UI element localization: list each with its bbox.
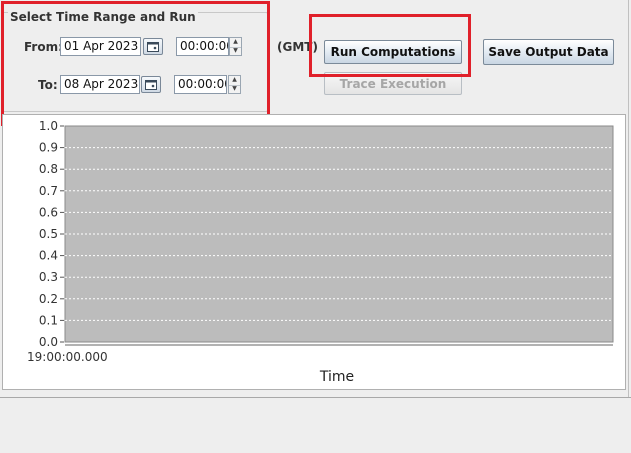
y-tick-label: 0.8 [39, 162, 58, 176]
y-tick-label: 0.4 [39, 249, 58, 263]
chart-panel: 0.0 0.1 0.2 0.3 0.4 0.5 0.6 0.7 0.8 0.9 1.0 19:00:0… [2, 114, 626, 390]
x-axis-label: Time [319, 369, 354, 385]
y-tick-label: 0.7 [39, 184, 58, 198]
y-tick-label: 0.1 [39, 313, 58, 327]
x-tick-label: 19:00:00.000 [27, 350, 108, 364]
status-bar-separator [0, 397, 631, 398]
y-tick-label: 0.3 [39, 270, 58, 284]
save-output-data-button[interactable]: Save Output Data [483, 39, 614, 65]
y-tick-label: 0.0 [39, 335, 58, 349]
y-tick-label: 0.5 [39, 227, 58, 241]
y-tick-label: 0.6 [39, 205, 58, 219]
time-range-highlight [1, 1, 270, 126]
chart: 0.0 0.1 0.2 0.3 0.4 0.5 0.6 0.7 0.8 0.9 1.0 19:00:0… [27, 119, 614, 385]
window-edge [628, 0, 629, 397]
run-button-highlight [309, 14, 471, 77]
y-tick-label: 1.0 [39, 119, 58, 133]
y-tick-label: 0.2 [39, 292, 58, 306]
y-tick-label: 0.9 [39, 141, 58, 155]
